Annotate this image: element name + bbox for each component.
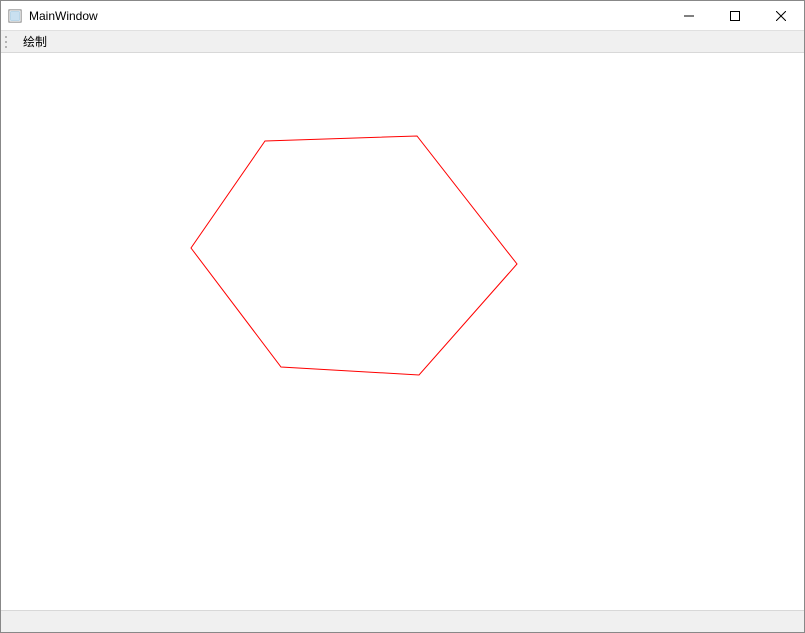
titlebar: MainWindow <box>1 1 804 31</box>
window-controls <box>666 1 804 30</box>
minimize-button[interactable] <box>666 1 712 30</box>
menubar: 绘制 <box>1 31 804 53</box>
window-title: MainWindow <box>29 9 98 23</box>
menu-draw[interactable]: 绘制 <box>15 31 55 52</box>
titlebar-left: MainWindow <box>7 8 98 24</box>
toolbar-grip-icon <box>5 34 11 50</box>
vertical-scrollbar[interactable] <box>800 53 804 610</box>
statusbar <box>1 610 804 632</box>
maximize-button[interactable] <box>712 1 758 30</box>
app-icon <box>7 8 23 24</box>
hexagon-shape <box>191 136 517 375</box>
drawing-canvas[interactable] <box>1 53 804 610</box>
close-button[interactable] <box>758 1 804 30</box>
